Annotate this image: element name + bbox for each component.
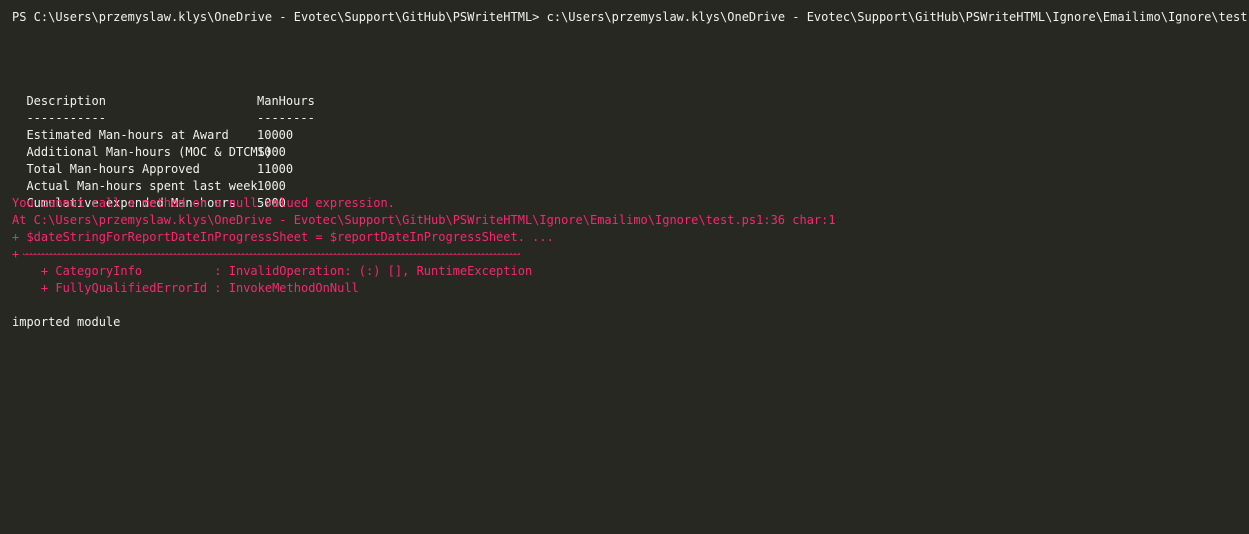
table-row: Cumulative expended Man-hours 5000	[12, 178, 612, 210]
output-message: imported module	[12, 315, 121, 329]
error-category-info: + CategoryInfo : InvalidOperation: (:) […	[12, 264, 533, 278]
error-location: At C:\Users\przemyslaw.klys\OneDrive - E…	[12, 213, 836, 227]
error-message: You cannot call a method on a null-value…	[12, 196, 395, 210]
prompt-command: c:\Users\przemyslaw.klys\OneDrive - Evot…	[546, 10, 1249, 24]
table-separator-row: ----------- --------	[12, 93, 612, 125]
table-header-row: Description ManHours	[12, 76, 612, 108]
error-squiggle-underline	[23, 252, 521, 257]
error-squiggle-line: +	[12, 246, 521, 263]
prompt-line: PS C:\Users\przemyslaw.klys\OneDrive - E…	[12, 9, 1249, 26]
error-code-line: + $dateStringForReportDateInProgressShee…	[12, 230, 554, 244]
table-row: Estimated Man-hours at Award 10000	[12, 110, 612, 142]
table-row: Additional Man-hours (MOC & DTCMS) 1000	[12, 127, 612, 159]
table-row: Total Man-hours Approved 11000	[12, 144, 612, 176]
error-squiggle-prefix: +	[12, 247, 20, 261]
table-row: Actual Man-hours spent last week 1000	[12, 161, 612, 193]
error-fully-qualified-id: + FullyQualifiedErrorId : InvokeMethodOn…	[12, 281, 359, 295]
terminal-window[interactable]: { "prompt": { "ps_prefix": "PS C:\\Users…	[0, 0, 1249, 534]
prompt-prefix: PS C:\Users\przemyslaw.klys\OneDrive - E…	[12, 10, 547, 24]
